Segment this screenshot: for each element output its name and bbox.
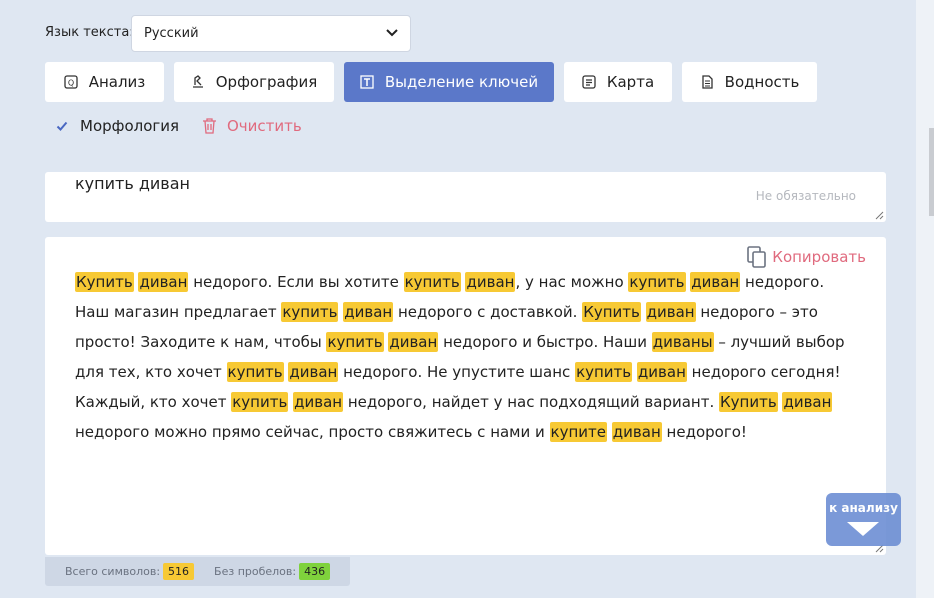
keyword-highlight: диван	[343, 302, 394, 322]
text-segment: недорого можно прямо сейчас, просто свяж…	[75, 423, 550, 441]
text-segment	[641, 303, 646, 321]
tab-label: Выделение ключей	[384, 73, 539, 91]
clear-label: Очистить	[227, 117, 302, 135]
keyword-highlight: купить	[326, 332, 384, 352]
text-segment: недорого. Не упустите шанс	[338, 363, 576, 381]
keyword-highlight: купить	[281, 302, 339, 322]
keyword-highlight: диван	[636, 362, 687, 382]
scrollbar[interactable]	[916, 0, 934, 598]
keyword-highlight: Купить	[719, 392, 778, 412]
tab-analysis[interactable]: Q Анализ	[45, 62, 164, 102]
keyword-highlight: купить	[628, 272, 686, 292]
text-segment: недорого, найдет у нас подходящий вариан…	[343, 393, 720, 411]
main-panel: Язык текста: Русский Q Анализ Орфография…	[0, 0, 916, 598]
morphology-checkbox[interactable]	[55, 119, 69, 133]
copy-icon	[746, 245, 768, 269]
chevron-down-icon	[386, 27, 398, 40]
keyword-highlight: купить	[226, 362, 284, 382]
keyword-highlight: диван	[288, 362, 339, 382]
tab-label: Орфография	[215, 73, 318, 91]
editor-content[interactable]: Купить диван недорого. Если вы хотите ку…	[75, 267, 855, 447]
keyword-highlight: диван	[465, 272, 516, 292]
text-editor[interactable]: Копировать Купить диван недорого. Если в…	[45, 237, 886, 555]
tab-wateriness[interactable]: Водность	[682, 62, 817, 102]
analysis-icon: Q	[64, 75, 78, 89]
keywords-value: купить диван	[75, 174, 190, 193]
keywords-input[interactable]: купить диван Не обязательно	[45, 172, 886, 222]
trash-icon	[202, 118, 217, 134]
tab-spelling[interactable]: Орфография	[174, 62, 334, 102]
language-selected: Русский	[144, 26, 199, 41]
nospace-chars-label: Без пробелов:	[214, 565, 297, 578]
language-select[interactable]: Русский	[131, 15, 411, 52]
char-stats: Всего символов: 516 Без пробелов: 436	[45, 557, 350, 586]
text-segment: недорого. Если вы хотите	[188, 273, 404, 291]
keyword-highlight: купите	[549, 422, 608, 442]
keyword-highlight: диван	[611, 422, 662, 442]
scrollbar-thumb[interactable]	[929, 128, 934, 216]
tab-keyword-highlight[interactable]: Выделение ключей	[344, 62, 554, 102]
keyword-highlight: диван	[782, 392, 833, 412]
total-chars-badge: 516	[163, 563, 195, 580]
to-analysis-button[interactable]: к анализу	[826, 493, 901, 546]
keywords-placeholder: Не обязательно	[755, 189, 856, 203]
keyword-highlight: диван	[138, 272, 189, 292]
arrow-down-icon	[847, 522, 879, 536]
resize-handle-icon[interactable]	[875, 211, 884, 220]
keyword-highlight: Купить	[75, 272, 134, 292]
copy-label: Копировать	[772, 248, 866, 266]
text-segment: , у нас можно	[515, 273, 629, 291]
tab-map[interactable]: Карта	[564, 62, 672, 102]
morphology-label: Морфология	[80, 117, 180, 135]
tab-label: Карта	[606, 73, 655, 91]
keyword-highlight: диван	[690, 272, 741, 292]
document-icon	[700, 75, 714, 89]
total-chars-label: Всего символов:	[65, 565, 161, 578]
keyword-highlight: диван	[293, 392, 344, 412]
svg-text:Q: Q	[68, 79, 74, 88]
keyword-highlight: купить	[403, 272, 461, 292]
keyword-highlight: диван	[388, 332, 439, 352]
keyword-highlight: Купить	[582, 302, 641, 322]
keyword-highlight: диваны	[651, 332, 714, 352]
text-segment: недорого!	[661, 423, 747, 441]
language-label: Язык текста:	[45, 25, 134, 40]
text-segment: недорого с доставкой.	[393, 303, 583, 321]
text-tool-icon	[360, 75, 374, 89]
copy-button[interactable]: Копировать	[746, 245, 866, 269]
tab-label: Анализ	[88, 73, 146, 91]
morphology-option[interactable]: Морфология	[55, 117, 179, 135]
to-analysis-label: к анализу	[829, 501, 898, 515]
text-segment: недорого и быстро. Наши	[438, 333, 652, 351]
tab-label: Водность	[724, 73, 800, 91]
clear-button[interactable]: Очистить	[202, 117, 302, 135]
nospace-chars-badge: 436	[299, 563, 331, 580]
keyword-highlight: купить	[575, 362, 633, 382]
keyword-highlight: купить	[231, 392, 289, 412]
map-icon	[582, 75, 596, 89]
spelling-icon	[191, 75, 205, 89]
keyword-highlight: диван	[645, 302, 696, 322]
